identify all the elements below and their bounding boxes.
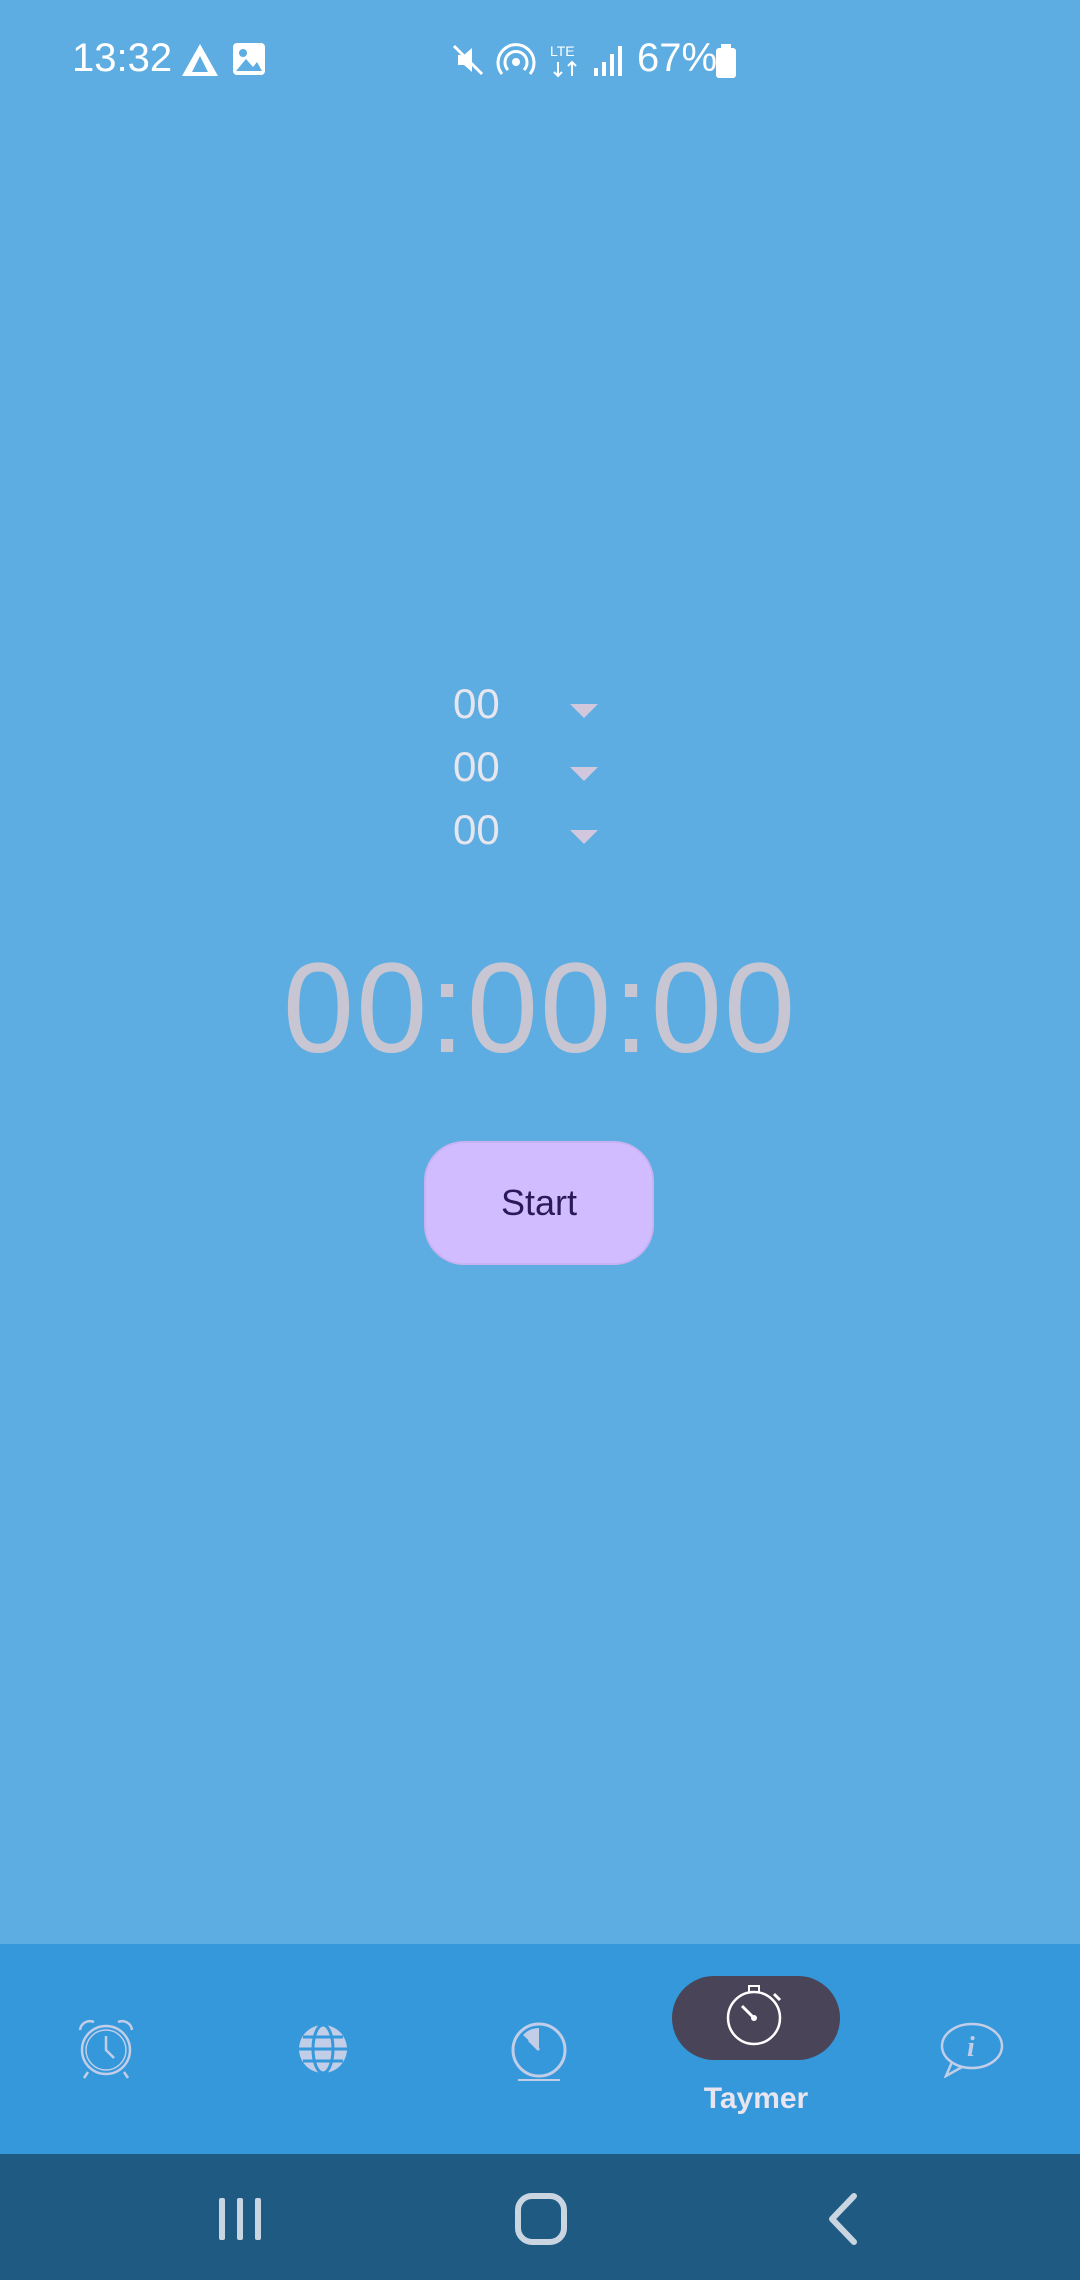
nav-item-world-clock[interactable] [216,1944,432,2154]
signal-icon [594,46,622,76]
nav-item-alarm[interactable] [0,1944,216,2154]
nav-label-timer: Taymer [703,2082,809,2115]
system-navigation [0,2154,1080,2280]
nav-item-timer[interactable]: Taymer [648,1944,864,2154]
mute-icon [452,44,484,76]
start-button[interactable]: Start [424,1141,654,1265]
back-icon[interactable] [810,2184,880,2254]
home-icon[interactable] [506,2184,576,2254]
minutes-picker[interactable]: 00 [450,743,610,803]
dropdown-arrow-icon[interactable] [570,767,598,781]
gallery-icon [233,43,265,75]
hours-picker[interactable]: 00 [450,680,610,740]
timer-display: 00:00:00 [282,937,798,1080]
nav-item-info[interactable]: i [864,1944,1080,2154]
drive-icon [182,44,218,76]
nav-item-clock[interactable] [432,1944,648,2154]
status-bar: 13:32 LTE 67% [0,0,1080,130]
bottom-navigation: Taymer i [0,1944,1080,2154]
hotspot-icon [496,43,536,75]
battery-percent: 67% [637,36,718,80]
stopwatch-icon [726,1985,782,2046]
lte-icon: LTE [550,43,577,78]
info-chat-icon: i [940,2022,1004,2078]
status-time: 13:32 [72,36,173,80]
clock-icon [511,2022,567,2081]
svg-text:LTE: LTE [550,43,575,59]
seconds-picker[interactable]: 00 [450,806,610,866]
alarm-clock-icon [78,2019,134,2079]
seconds-value: 00 [453,806,500,853]
globe-icon [299,2023,347,2075]
battery-icon [716,44,736,78]
minutes-value: 00 [453,743,500,790]
recents-icon[interactable] [205,2184,275,2254]
svg-text:i: i [967,2032,975,2063]
dropdown-arrow-icon[interactable] [570,830,598,844]
hours-value: 00 [453,680,500,727]
dropdown-arrow-icon[interactable] [570,704,598,718]
